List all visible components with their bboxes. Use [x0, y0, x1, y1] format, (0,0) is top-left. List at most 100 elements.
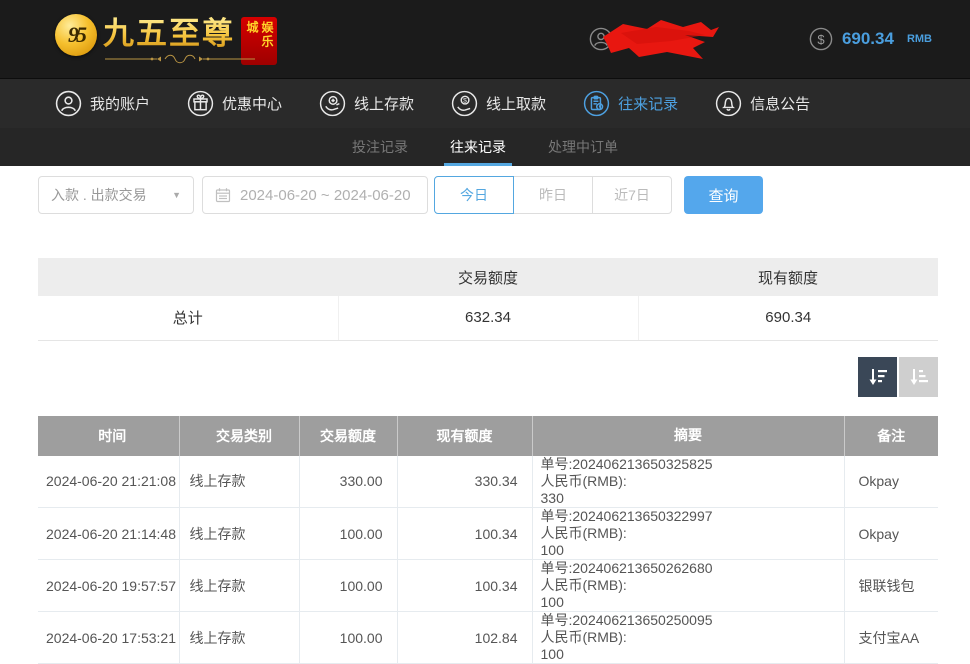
- cell-balance: 330.34: [397, 456, 532, 508]
- cell-type: 线上存款: [179, 560, 299, 612]
- svg-text:$: $: [463, 98, 467, 105]
- cell-balance: 102.84: [397, 612, 532, 664]
- cell-amount: 330.00: [299, 456, 397, 508]
- cell-balance: 100.34: [397, 508, 532, 560]
- cell-time: 2024-06-20 21:21:08: [38, 456, 179, 508]
- nav-label: 线上存款: [354, 93, 414, 114]
- site-logo[interactable]: 95 九五至尊 娱乐城: [55, 14, 277, 65]
- nav-item-online-deposit[interactable]: 线上存款: [319, 90, 414, 117]
- summary-amount-line: 100: [541, 542, 844, 559]
- cell-summary: 单号:202406213650325825 人民币(RMB): 330: [532, 456, 844, 508]
- table-row: 2024-06-20 21:14:48 线上存款 100.00 100.34 单…: [38, 508, 938, 560]
- summary-table: 交易额度 现有额度 总计 632.34 690.34: [38, 258, 938, 341]
- tab-processing-orders[interactable]: 处理中订单: [542, 128, 624, 166]
- col-header-note: 备注: [844, 416, 938, 456]
- yesterday-button[interactable]: 昨日: [513, 176, 593, 214]
- nav-item-transaction-records[interactable]: 往来记录: [583, 90, 678, 117]
- summary-currency-line: 人民币(RMB):: [541, 629, 844, 646]
- tab-label: 处理中订单: [548, 137, 618, 157]
- cell-time: 2024-06-20 21:14:48: [38, 508, 179, 560]
- query-button[interactable]: 查询: [684, 176, 763, 214]
- cell-balance: 100.34: [397, 560, 532, 612]
- sort-ascending-button[interactable]: [899, 357, 938, 397]
- summary-order-no: 单号:202406213650250095: [541, 612, 844, 629]
- nav-label: 我的账户: [90, 93, 150, 114]
- summary-current-total: 690.34: [638, 296, 938, 340]
- date-range-value: 2024-06-20 ~ 2024-06-20: [240, 187, 411, 204]
- nav-label: 信息公告: [750, 93, 810, 114]
- col-header-summary: 摘要: [532, 416, 844, 456]
- top-header: 95 九五至尊 娱乐城: [0, 0, 970, 78]
- cell-note: 银联钱包: [844, 560, 938, 612]
- deposit-coin-hand-icon: [319, 90, 346, 117]
- summary-total-label: 总计: [38, 296, 338, 340]
- sort-descending-button[interactable]: [858, 357, 897, 397]
- balance-amount: 690.34: [842, 29, 894, 49]
- date-range-input[interactable]: 2024-06-20 ~ 2024-06-20: [202, 176, 428, 214]
- nav-item-announcements[interactable]: 信息公告: [715, 90, 810, 117]
- cell-type: 线上存款: [179, 456, 299, 508]
- logo-95-icon: 95: [55, 14, 97, 56]
- cell-type: 线上存款: [179, 612, 299, 664]
- last-7-days-button[interactable]: 近7日: [592, 176, 672, 214]
- tab-label: 往来记录: [450, 137, 506, 157]
- nav-label: 优惠中心: [222, 93, 282, 114]
- tab-transaction-records[interactable]: 往来记录: [444, 128, 512, 166]
- sort-descending-icon: [867, 366, 889, 388]
- summary-amount-line: 100: [541, 646, 844, 663]
- summary-order-no: 单号:202406213650325825: [541, 456, 844, 473]
- record-tabs: 投注记录 往来记录 处理中订单: [0, 128, 970, 166]
- nav-label: 线上取款: [486, 93, 546, 114]
- summary-header-current-amount: 现有额度: [638, 258, 938, 296]
- logo-symbol: 95: [68, 22, 84, 48]
- summary-trade-total: 632.34: [338, 296, 638, 340]
- calendar-icon: [215, 187, 231, 203]
- user-icon: [55, 90, 82, 117]
- summary-amount-line: 100: [541, 594, 844, 611]
- transaction-type-select[interactable]: 入款 . 出款交易 ▼: [38, 176, 194, 214]
- main-navigation: 我的账户 优惠中心 线上存款 $ 线上取款 往来记录 信息公告: [0, 78, 970, 128]
- chevron-down-icon: ▼: [172, 190, 181, 200]
- svg-text:$: $: [817, 32, 825, 47]
- logo-title: 九五至尊: [103, 14, 235, 54]
- nav-item-promotions[interactable]: 优惠中心: [187, 90, 282, 117]
- col-header-time: 时间: [38, 416, 179, 456]
- cell-amount: 100.00: [299, 508, 397, 560]
- col-header-type: 交易类别: [179, 416, 299, 456]
- withdraw-coin-hand-icon: $: [451, 90, 478, 117]
- col-header-balance: 现有额度: [397, 416, 532, 456]
- bell-icon: [715, 90, 742, 117]
- quick-date-button-group: 今日 昨日 近7日: [434, 176, 672, 214]
- summary-header-blank: [38, 258, 338, 296]
- gift-icon: [187, 90, 214, 117]
- today-button[interactable]: 今日: [434, 176, 514, 214]
- tab-label: 投注记录: [352, 137, 408, 157]
- dollar-icon: $: [809, 27, 833, 51]
- balance-currency: RMB: [907, 33, 932, 45]
- nav-label: 往来记录: [618, 93, 678, 114]
- tab-betting-records[interactable]: 投注记录: [346, 128, 414, 166]
- select-value: 入款 . 出款交易: [51, 185, 147, 205]
- cell-type: 线上存款: [179, 508, 299, 560]
- nav-item-online-withdrawal[interactable]: $ 线上取款: [451, 90, 546, 117]
- summary-header-trade-amount: 交易额度: [338, 258, 638, 296]
- cell-note: Okpay: [844, 508, 938, 560]
- summary-order-no: 单号:202406213650262680: [541, 560, 844, 577]
- summary-currency-line: 人民币(RMB):: [541, 577, 844, 594]
- logo-flourish-icon: [105, 54, 255, 64]
- cell-amount: 100.00: [299, 560, 397, 612]
- cell-time: 2024-06-20 19:57:57: [38, 560, 179, 612]
- summary-order-no: 单号:202406213650322997: [541, 508, 844, 525]
- cell-summary: 单号:202406213650322997 人民币(RMB): 100: [532, 508, 844, 560]
- nav-item-my-account[interactable]: 我的账户: [55, 90, 150, 117]
- table-row: 2024-06-20 21:21:08 线上存款 330.00 330.34 单…: [38, 456, 938, 508]
- table-row: 2024-06-20 17:53:21 线上存款 100.00 102.84 单…: [38, 612, 938, 664]
- cell-summary: 单号:202406213650262680 人民币(RMB): 100: [532, 560, 844, 612]
- summary-currency-line: 人民币(RMB):: [541, 525, 844, 542]
- sort-ascending-icon: [908, 366, 930, 388]
- redacted-username-scribble: [601, 17, 723, 65]
- transactions-table: 时间 交易类别 交易额度 现有额度 摘要 备注 2024-06-20 21:21…: [38, 416, 938, 664]
- user-account-area[interactable]: [589, 15, 739, 63]
- summary-currency-line: 人民币(RMB):: [541, 473, 844, 490]
- col-header-amount: 交易额度: [299, 416, 397, 456]
